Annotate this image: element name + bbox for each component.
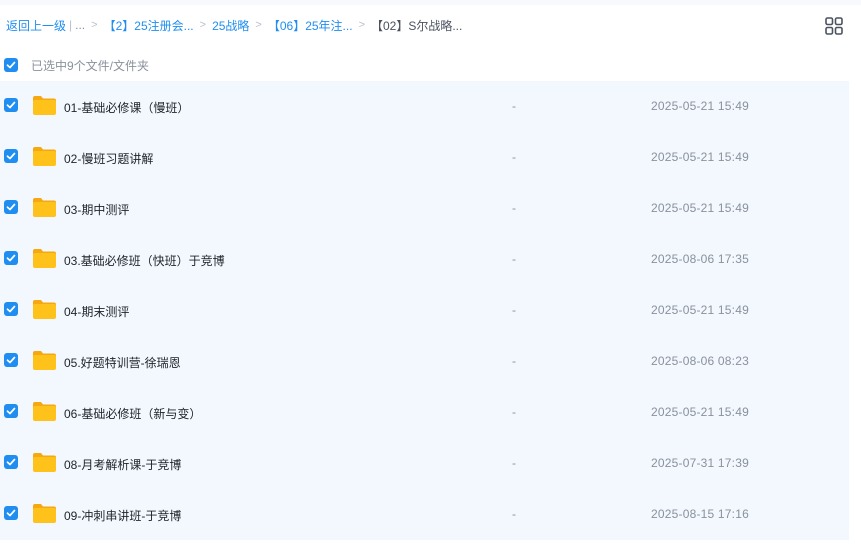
row-checkbox[interactable]: [4, 98, 18, 112]
file-size: -: [512, 252, 516, 266]
table-row[interactable]: 06-基础必修班（新与变） - 2025-05-21 15:49: [0, 387, 849, 438]
table-row[interactable]: 04-期末测评 - 2025-05-21 15:49: [0, 285, 849, 336]
table-row[interactable]: 03.基础必修班（快班）于竞博 - 2025-08-06 17:35: [0, 234, 849, 285]
file-name[interactable]: 06-基础必修班（新与变）: [64, 405, 201, 422]
grid-view-icon[interactable]: [824, 16, 844, 36]
check-icon: [6, 61, 16, 69]
folder-icon: [32, 503, 57, 524]
folder-icon: [32, 248, 57, 269]
selection-summary: 已选中9个文件/文件夹: [31, 58, 150, 73]
breadcrumb-ellipsis[interactable]: ...: [75, 18, 85, 32]
check-icon: [6, 305, 16, 313]
check-icon: [6, 101, 16, 109]
chevron-right-icon: >: [199, 19, 207, 31]
folder-icon: [32, 299, 57, 320]
breadcrumb-item[interactable]: 25战略: [212, 17, 249, 34]
back-link[interactable]: 返回上一级: [6, 17, 66, 34]
file-size: -: [512, 201, 516, 215]
table-row[interactable]: 01-基础必修课（慢班） - 2025-05-21 15:49: [0, 81, 849, 132]
check-icon: [6, 407, 16, 415]
table-row[interactable]: 05.好题特训营-徐瑞恩 - 2025-08-06 08:23: [0, 336, 849, 387]
check-icon: [6, 458, 16, 466]
file-size: -: [512, 354, 516, 368]
file-modified-time: 2025-08-06 08:23: [651, 354, 749, 368]
row-checkbox[interactable]: [4, 404, 18, 418]
breadcrumb: 返回上一级 | ... > 【2】25注册会... > 25战略 > 【06】2…: [6, 16, 462, 34]
check-icon: [6, 203, 16, 211]
file-modified-time: 2025-07-31 17:39: [651, 456, 749, 470]
row-checkbox[interactable]: [4, 251, 18, 265]
top-divider: [0, 0, 861, 5]
breadcrumb-item[interactable]: 【06】25年注...: [268, 17, 353, 34]
file-name[interactable]: 01-基础必修课（慢班）: [64, 99, 189, 116]
chevron-right-icon: >: [358, 19, 365, 31]
file-name[interactable]: 08-月考解析课-于竞博: [64, 456, 181, 473]
file-size: -: [512, 507, 516, 521]
selection-bar: 已选中9个文件/文件夹: [0, 52, 861, 78]
file-modified-time: 2025-05-21 15:49: [651, 405, 749, 419]
breadcrumb-item[interactable]: 【2】25注册会...: [104, 17, 194, 34]
chevron-right-icon: >: [91, 19, 98, 31]
file-list: 01-基础必修课（慢班） - 2025-05-21 15:49 02-慢班习题讲…: [0, 81, 849, 540]
row-checkbox[interactable]: [4, 455, 18, 469]
file-name[interactable]: 05.好题特训营-徐瑞恩: [64, 354, 181, 371]
row-checkbox[interactable]: [4, 200, 18, 214]
row-checkbox[interactable]: [4, 506, 18, 520]
file-name[interactable]: 09-冲刺串讲班-于竞博: [64, 507, 181, 524]
check-icon: [6, 509, 16, 517]
row-checkbox[interactable]: [4, 302, 18, 316]
check-icon: [6, 152, 16, 160]
file-modified-time: 2025-05-21 15:49: [651, 150, 749, 164]
file-name[interactable]: 03.基础必修班（快班）于竞博: [64, 252, 225, 269]
file-size: -: [512, 150, 516, 164]
folder-icon: [32, 146, 57, 167]
check-icon: [6, 356, 16, 364]
file-size: -: [512, 99, 516, 113]
row-checkbox[interactable]: [4, 149, 18, 163]
file-modified-time: 2025-08-06 17:35: [651, 252, 749, 266]
file-size: -: [512, 303, 516, 317]
table-row[interactable]: 09-冲刺串讲班-于竞博 - 2025-08-15 17:16: [0, 489, 849, 540]
file-name[interactable]: 04-期末测评: [64, 303, 129, 320]
table-row[interactable]: 03-期中测评 - 2025-05-21 15:49: [0, 183, 849, 234]
folder-icon: [32, 350, 57, 371]
table-row[interactable]: 02-慢班习题讲解 - 2025-05-21 15:49: [0, 132, 849, 183]
folder-icon: [32, 452, 57, 473]
file-size: -: [512, 456, 516, 470]
file-modified-time: 2025-05-21 15:49: [651, 201, 749, 215]
folder-icon: [32, 95, 57, 116]
file-name[interactable]: 02-慢班习题讲解: [64, 150, 153, 167]
check-icon: [6, 254, 16, 262]
table-row[interactable]: 08-月考解析课-于竞博 - 2025-07-31 17:39: [0, 438, 849, 489]
file-modified-time: 2025-08-15 17:16: [651, 507, 749, 521]
chevron-right-icon: >: [255, 19, 262, 31]
folder-icon: [32, 401, 57, 422]
file-name[interactable]: 03-期中测评: [64, 201, 129, 218]
folder-icon: [32, 197, 57, 218]
breadcrumb-pipe: |: [69, 18, 73, 32]
file-modified-time: 2025-05-21 15:49: [651, 303, 749, 317]
breadcrumb-current: 【02】S尔战略...: [371, 18, 463, 33]
file-size: -: [512, 405, 516, 419]
row-checkbox[interactable]: [4, 353, 18, 367]
file-modified-time: 2025-05-21 15:49: [651, 99, 749, 113]
select-all-checkbox[interactable]: [4, 58, 18, 72]
